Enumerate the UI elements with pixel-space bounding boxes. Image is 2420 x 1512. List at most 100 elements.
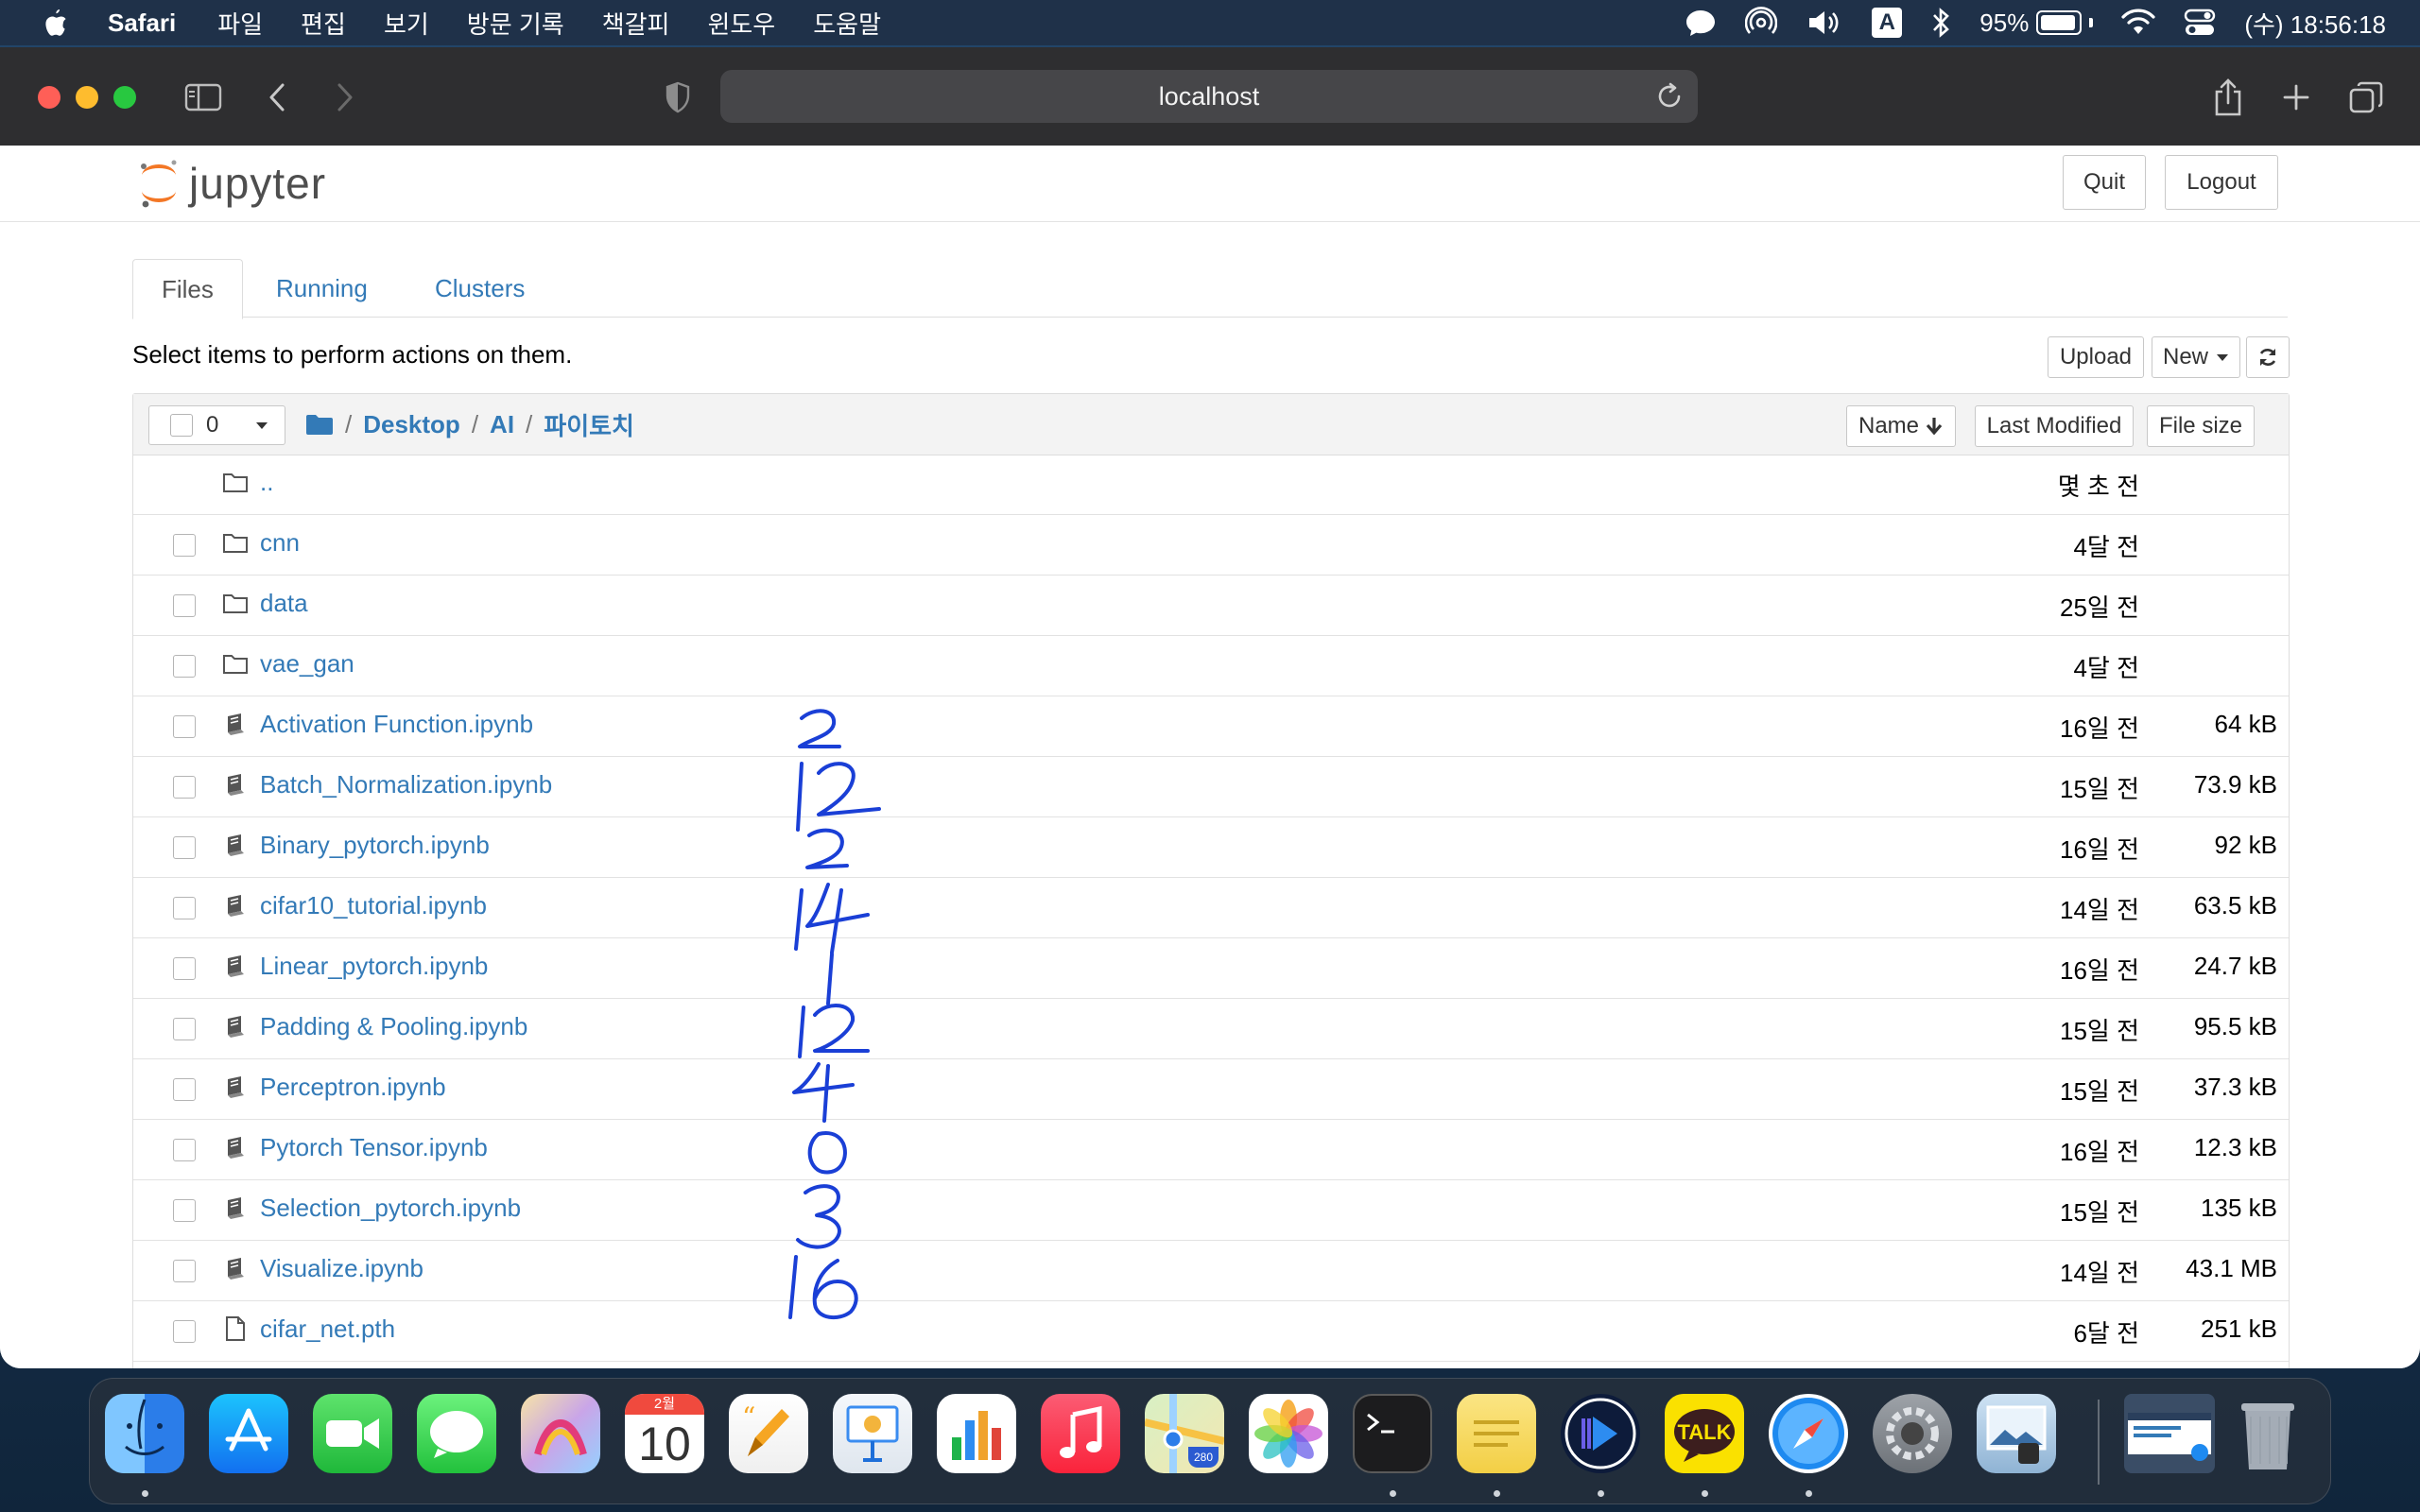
recent-window-thumbnail[interactable]: [2124, 1394, 2215, 1473]
menu-window[interactable]: 윈도우: [707, 6, 775, 41]
back-icon[interactable]: [257, 77, 297, 117]
row-checkbox[interactable]: [173, 776, 196, 799]
messages-icon[interactable]: [417, 1394, 496, 1473]
folder-home-icon[interactable]: [305, 413, 334, 436]
file-row[interactable]: Activation Function.ipynb 16일 전 64 kB: [133, 696, 2289, 757]
row-checkbox[interactable]: [173, 1260, 196, 1282]
reload-icon[interactable]: [1654, 81, 1685, 112]
row-checkbox[interactable]: [173, 1320, 196, 1343]
row-file-name[interactable]: Perceptron.ipynb: [260, 1073, 446, 1102]
row-checkbox[interactable]: [173, 534, 196, 557]
volume-icon[interactable]: [1806, 8, 1843, 38]
new-dropdown-button[interactable]: New: [2152, 336, 2240, 378]
select-all-control[interactable]: 0: [148, 405, 241, 445]
row-checkbox[interactable]: [173, 897, 196, 919]
row-file-name[interactable]: Visualize.ipynb: [260, 1254, 424, 1283]
row-checkbox[interactable]: [173, 594, 196, 617]
stickies-icon[interactable]: [1457, 1394, 1536, 1473]
window-zoom-button[interactable]: [113, 86, 136, 109]
photos-icon[interactable]: [1249, 1394, 1328, 1473]
menu-bookmarks[interactable]: 책갈피: [602, 6, 670, 41]
menu-history[interactable]: 방문 기록: [467, 6, 564, 41]
row-checkbox[interactable]: [173, 957, 196, 980]
apple-icon[interactable]: [42, 8, 68, 38]
pages-icon[interactable]: “: [729, 1394, 808, 1473]
row-file-name[interactable]: Binary_pytorch.ipynb: [260, 831, 490, 860]
row-checkbox[interactable]: [173, 1078, 196, 1101]
row-file-name[interactable]: cifar_net.pth: [260, 1314, 395, 1344]
file-row[interactable]: Binary_pytorch.ipynb 16일 전 92 kB: [133, 817, 2289, 878]
share-icon[interactable]: [2208, 77, 2248, 117]
row-checkbox[interactable]: [173, 655, 196, 678]
app-store-icon[interactable]: [209, 1394, 288, 1473]
row-file-name[interactable]: Activation Function.ipynb: [260, 710, 533, 739]
file-row[interactable]: Selection_pytorch.ipynb 15일 전 135 kB: [133, 1180, 2289, 1241]
file-row[interactable]: Pytorch Tensor.ipynb 16일 전 12.3 kB: [133, 1120, 2289, 1180]
refresh-button[interactable]: [2246, 336, 2290, 378]
window-minimize-button[interactable]: [76, 86, 98, 109]
kakaotalk-icon[interactable]: TALK: [1665, 1394, 1744, 1473]
preview-icon[interactable]: [1977, 1394, 2056, 1473]
tab-clusters[interactable]: Clusters: [406, 259, 553, 318]
row-file-name[interactable]: Padding & Pooling.ipynb: [260, 1012, 527, 1041]
breadcrumb-ai[interactable]: AI: [490, 410, 514, 439]
file-row[interactable]: .. 몇 초 전: [133, 455, 2289, 515]
file-row[interactable]: Perceptron.ipynb 15일 전 37.3 kB: [133, 1059, 2289, 1120]
row-file-name[interactable]: cnn: [260, 528, 300, 558]
music-icon[interactable]: [1041, 1394, 1120, 1473]
row-file-name[interactable]: data: [260, 589, 308, 618]
forward-icon[interactable]: [325, 77, 365, 117]
row-file-name[interactable]: cifar10_tutorial.ipynb: [260, 891, 487, 920]
player-icon[interactable]: [1561, 1394, 1640, 1473]
row-checkbox[interactable]: [173, 1018, 196, 1040]
logout-button[interactable]: Logout: [2165, 155, 2278, 210]
row-file-name[interactable]: Batch_Normalization.ipynb: [260, 770, 552, 799]
tab-files[interactable]: Files: [132, 259, 243, 319]
finder-icon[interactable]: [105, 1394, 184, 1473]
trash-icon[interactable]: [2228, 1394, 2308, 1473]
grapher-icon[interactable]: [521, 1394, 600, 1473]
facetime-icon[interactable]: [313, 1394, 392, 1473]
quit-button[interactable]: Quit: [2063, 155, 2146, 210]
keynote-icon[interactable]: [833, 1394, 912, 1473]
airdrop-icon[interactable]: [1745, 7, 1778, 39]
row-file-name[interactable]: Linear_pytorch.ipynb: [260, 952, 488, 981]
maps-icon[interactable]: 280: [1145, 1394, 1224, 1473]
input-source-indicator[interactable]: A: [1872, 8, 1903, 38]
file-row[interactable]: cifar10_tutorial.ipynb 14일 전 63.5 kB: [133, 878, 2289, 938]
select-all-checkbox[interactable]: [170, 414, 193, 437]
new-tab-icon[interactable]: [2276, 77, 2316, 117]
window-close-button[interactable]: [38, 86, 60, 109]
breadcrumb-desktop[interactable]: Desktop: [363, 410, 460, 439]
menu-clock[interactable]: (수) 18:56:18: [2244, 6, 2386, 41]
file-row[interactable]: data 25일 전: [133, 576, 2289, 636]
battery-status[interactable]: 95%: [1979, 9, 2094, 38]
file-row[interactable]: vae_gan 4달 전: [133, 636, 2289, 696]
sort-by-modified-button[interactable]: Last Modified: [1975, 405, 2134, 447]
row-file-name[interactable]: Selection_pytorch.ipynb: [260, 1194, 521, 1223]
chat-bubble-icon[interactable]: [1685, 8, 1717, 38]
file-row[interactable]: Padding & Pooling.ipynb 15일 전 95.5 kB: [133, 999, 2289, 1059]
menu-edit[interactable]: 편집: [301, 6, 346, 41]
system-preferences-icon[interactable]: [1873, 1394, 1952, 1473]
file-row[interactable]: Linear_pytorch.ipynb 16일 전 24.7 kB: [133, 938, 2289, 999]
row-checkbox[interactable]: [173, 715, 196, 738]
control-center-icon[interactable]: [2184, 8, 2216, 38]
row-file-name[interactable]: vae_gan: [260, 649, 354, 679]
row-checkbox[interactable]: [173, 1139, 196, 1161]
row-checkbox[interactable]: [173, 836, 196, 859]
select-menu-dropdown[interactable]: [239, 405, 285, 445]
row-file-name[interactable]: Pytorch Tensor.ipynb: [260, 1133, 488, 1162]
file-row[interactable]: cnn 4달 전: [133, 515, 2289, 576]
upload-button[interactable]: Upload: [2048, 336, 2144, 378]
bluetooth-icon[interactable]: [1930, 7, 1951, 39]
jupyter-logo[interactable]: jupyter: [138, 155, 326, 212]
terminal-icon[interactable]: [1353, 1394, 1432, 1473]
row-checkbox[interactable]: [173, 1199, 196, 1222]
menu-file[interactable]: 파일: [217, 6, 263, 41]
privacy-shield-icon[interactable]: [658, 77, 698, 117]
numbers-icon[interactable]: [937, 1394, 1016, 1473]
wifi-icon[interactable]: [2121, 9, 2155, 37]
sort-by-size-button[interactable]: File size: [2147, 405, 2255, 447]
menu-app-name[interactable]: Safari: [108, 9, 176, 38]
